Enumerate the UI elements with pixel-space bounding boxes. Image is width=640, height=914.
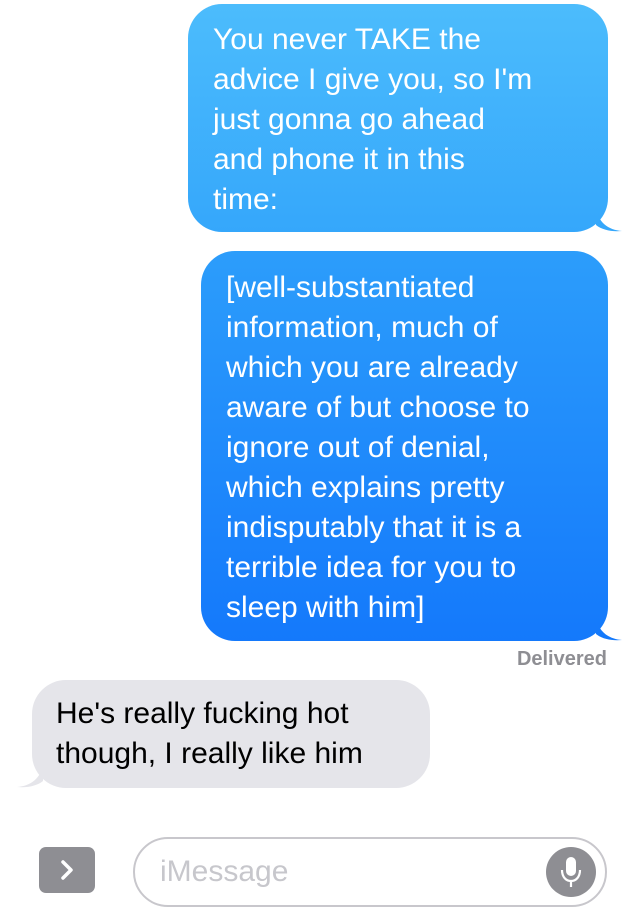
microphone-icon	[560, 857, 582, 887]
sent-message-bubble[interactable]: You never TAKE the advice I give you, so…	[188, 4, 608, 232]
imessage-input[interactable]: iMessage	[133, 837, 607, 907]
chevron-right-icon	[61, 860, 73, 880]
expand-apps-button[interactable]	[39, 847, 95, 893]
imessage-input-placeholder: iMessage	[160, 855, 289, 888]
sent-message-bubble[interactable]: [well-substantiated information, much of…	[201, 251, 608, 641]
delivery-status-label: Delivered	[516, 648, 607, 670]
dictation-button[interactable]	[546, 847, 596, 897]
received-message-bubble[interactable]: He's really fucking hot though, I really…	[32, 680, 430, 788]
